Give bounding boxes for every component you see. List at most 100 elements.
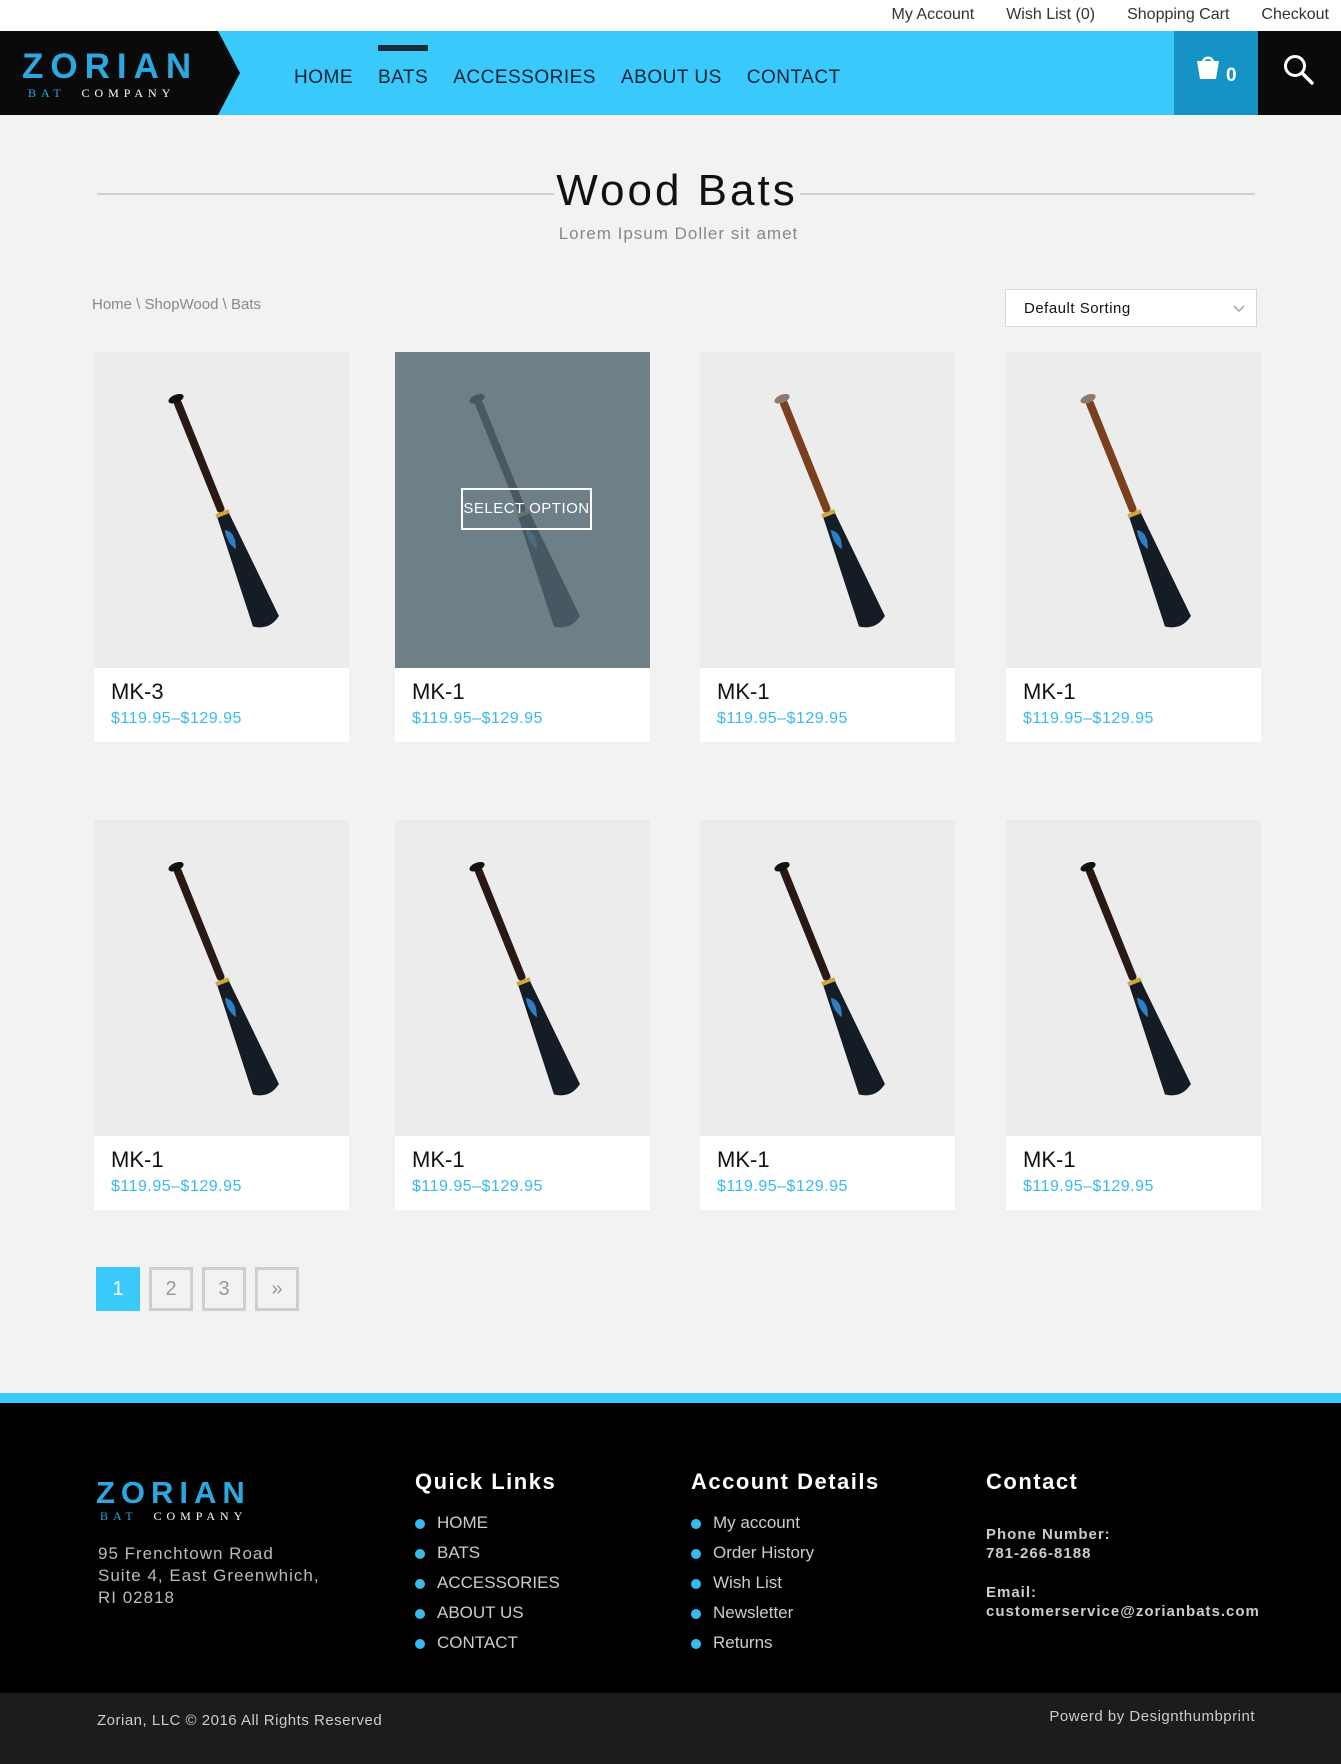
product-image[interactable] xyxy=(94,352,349,668)
main-nav: HOME BATS ACCESSORIES ABOUT US CONTACT xyxy=(294,31,841,115)
footer-accent-stripe xyxy=(0,1393,1341,1403)
bat-illustration xyxy=(774,393,885,628)
shopping-cart-link[interactable]: Shopping Cart xyxy=(1127,6,1229,24)
bat-illustration xyxy=(168,393,279,628)
product-info: MK-1 $119.95–$129.95 xyxy=(1006,668,1261,742)
product-info: MK-1 $119.95–$129.95 xyxy=(395,1136,650,1210)
bat-illustration xyxy=(168,861,279,1096)
footer-link-my-account[interactable]: My account xyxy=(691,1513,880,1543)
product-name[interactable]: MK-3 xyxy=(111,679,164,705)
next-page-button[interactable]: » xyxy=(255,1267,299,1311)
contact-column: Contact Phone Number: 781-266-8188 Email… xyxy=(986,1469,1260,1621)
product-price: $119.95–$129.95 xyxy=(412,1178,543,1195)
product-card[interactable]: MK-1 $119.95–$129.95 xyxy=(1006,352,1261,742)
checkout-link[interactable]: Checkout xyxy=(1261,6,1329,24)
powered-by-text[interactable]: Powerd by Designthumbprint xyxy=(1049,1708,1255,1725)
footer-link-accessories[interactable]: ACCESSORIES xyxy=(415,1573,560,1603)
footer-bottom-bar: Zorian, LLC © 2016 All Rights Reserved P… xyxy=(0,1693,1341,1764)
zorian-logo[interactable]: ZORIAN BAT COMPANY xyxy=(22,47,212,101)
phone-number[interactable]: 781-266-8188 xyxy=(986,1544,1260,1563)
product-image[interactable] xyxy=(1006,352,1261,668)
product-name[interactable]: MK-1 xyxy=(717,679,770,705)
product-card[interactable]: MK-3 $119.95–$129.95 xyxy=(94,352,349,742)
product-price: $119.95–$129.95 xyxy=(111,710,242,727)
nav-accessories[interactable]: ACCESSORIES xyxy=(453,57,596,89)
account-details-title: Account Details xyxy=(691,1469,880,1494)
nav-bats[interactable]: BATS xyxy=(378,45,429,89)
product-price: $119.95–$129.95 xyxy=(412,710,543,727)
page-1-button[interactable]: 1 xyxy=(96,1267,140,1311)
address-line-1: 95 Frenchtown Road xyxy=(98,1544,274,1563)
footer-link-order-history[interactable]: Order History xyxy=(691,1543,880,1573)
copyright-text: Zorian, LLC © 2016 All Rights Reserved xyxy=(97,1712,383,1729)
product-name[interactable]: MK-1 xyxy=(1023,679,1076,705)
product-card[interactable]: MK-1 $119.95–$129.95 xyxy=(395,820,650,1210)
sort-dropdown[interactable]: Default Sorting xyxy=(1005,289,1257,327)
phone-label: Phone Number: xyxy=(986,1526,1111,1543)
wish-list-link[interactable]: Wish List (0) xyxy=(1006,6,1095,24)
product-image[interactable] xyxy=(1006,820,1261,1136)
product-image[interactable] xyxy=(700,820,955,1136)
product-image[interactable] xyxy=(700,352,955,668)
product-name[interactable]: MK-1 xyxy=(717,1147,770,1173)
my-account-link[interactable]: My Account xyxy=(892,6,975,24)
product-name[interactable]: MK-1 xyxy=(1023,1147,1076,1173)
page-subtitle: Lorem Ipsum Doller sit amet xyxy=(558,224,799,243)
cart-button[interactable]: 0 xyxy=(1174,31,1258,115)
page-2-button[interactable]: 2 xyxy=(149,1267,193,1311)
product-info: MK-1 $119.95–$129.95 xyxy=(94,1136,349,1210)
product-card[interactable]: MK-1 $119.95–$129.95 xyxy=(700,352,955,742)
product-card[interactable]: MK-1 $119.95–$129.95 xyxy=(1006,820,1261,1210)
product-price: $119.95–$129.95 xyxy=(1023,710,1154,727)
page-title-row: Wood Bats xyxy=(97,162,1255,222)
product-card[interactable]: MK-1 $119.95–$129.95 xyxy=(94,820,349,1210)
nav-contact[interactable]: CONTACT xyxy=(747,57,841,89)
footer-logo[interactable]: ZORIAN BAT COMPANY xyxy=(96,1477,296,1525)
footer-link-bats[interactable]: BATS xyxy=(415,1543,560,1573)
quick-links-title: Quick Links xyxy=(415,1469,557,1494)
quick-links-column: Quick Links HOME BATS ACCESSORIES ABOUT … xyxy=(415,1469,560,1663)
bat-illustration xyxy=(774,861,885,1096)
contact-title: Contact xyxy=(986,1469,1079,1494)
product-price: $119.95–$129.95 xyxy=(1023,1178,1154,1195)
email-label: Email: xyxy=(986,1584,1038,1601)
search-button[interactable] xyxy=(1258,31,1341,115)
product-price: $119.95–$129.95 xyxy=(717,1178,848,1195)
logo-wordmark: ZORIAN xyxy=(22,47,199,86)
product-name[interactable]: MK-1 xyxy=(111,1147,164,1173)
product-image[interactable] xyxy=(395,820,650,1136)
address-line-2: Suite 4, East Greenwhich, xyxy=(98,1566,320,1585)
footer-link-newsletter[interactable]: Newsletter xyxy=(691,1603,880,1633)
product-info: MK-3 $119.95–$129.95 xyxy=(94,668,349,742)
product-card[interactable]: MK-1 $119.95–$129.95 xyxy=(700,820,955,1210)
product-image[interactable] xyxy=(94,820,349,1136)
product-price: $119.95–$129.95 xyxy=(111,1178,242,1195)
product-name[interactable]: MK-1 xyxy=(412,679,465,705)
footer-link-about-us[interactable]: ABOUT US xyxy=(415,1603,560,1633)
product-card[interactable]: SELECT OPTION MK-1 $119.95–$129.95 xyxy=(395,352,650,742)
breadcrumb[interactable]: Home \ ShopWood \ Bats xyxy=(92,296,261,313)
footer-link-contact[interactable]: CONTACT xyxy=(415,1633,560,1663)
nav-about-us[interactable]: ABOUT US xyxy=(621,57,722,89)
nav-home[interactable]: HOME xyxy=(294,57,353,89)
sort-value: Default Sorting xyxy=(1024,300,1131,317)
bat-illustration xyxy=(1080,861,1191,1096)
utility-links: My Account Wish List (0) Shopping Cart C… xyxy=(892,6,1330,24)
page-3-button[interactable]: 3 xyxy=(202,1267,246,1311)
select-option-button[interactable]: SELECT OPTION xyxy=(461,488,592,530)
product-info: MK-1 $119.95–$129.95 xyxy=(700,668,955,742)
product-name[interactable]: MK-1 xyxy=(412,1147,465,1173)
footer-link-home[interactable]: HOME xyxy=(415,1513,560,1543)
chevron-down-icon xyxy=(1233,305,1245,313)
product-info: MK-1 $119.95–$129.95 xyxy=(395,668,650,742)
page-title: Wood Bats xyxy=(556,166,798,215)
footer-link-wish-list[interactable]: Wish List xyxy=(691,1573,880,1603)
cart-icon xyxy=(1197,56,1219,79)
product-info: MK-1 $119.95–$129.95 xyxy=(700,1136,955,1210)
footer: ZORIAN BAT COMPANY 95 Frenchtown Road Su… xyxy=(0,1403,1341,1693)
address-line-3: RI 02818 xyxy=(98,1588,175,1607)
email-address[interactable]: customerservice@zorianbats.com xyxy=(986,1602,1260,1621)
footer-link-returns[interactable]: Returns xyxy=(691,1633,880,1663)
logo-block[interactable]: ZORIAN BAT COMPANY xyxy=(0,31,240,115)
product-price: $119.95–$129.95 xyxy=(717,710,848,727)
